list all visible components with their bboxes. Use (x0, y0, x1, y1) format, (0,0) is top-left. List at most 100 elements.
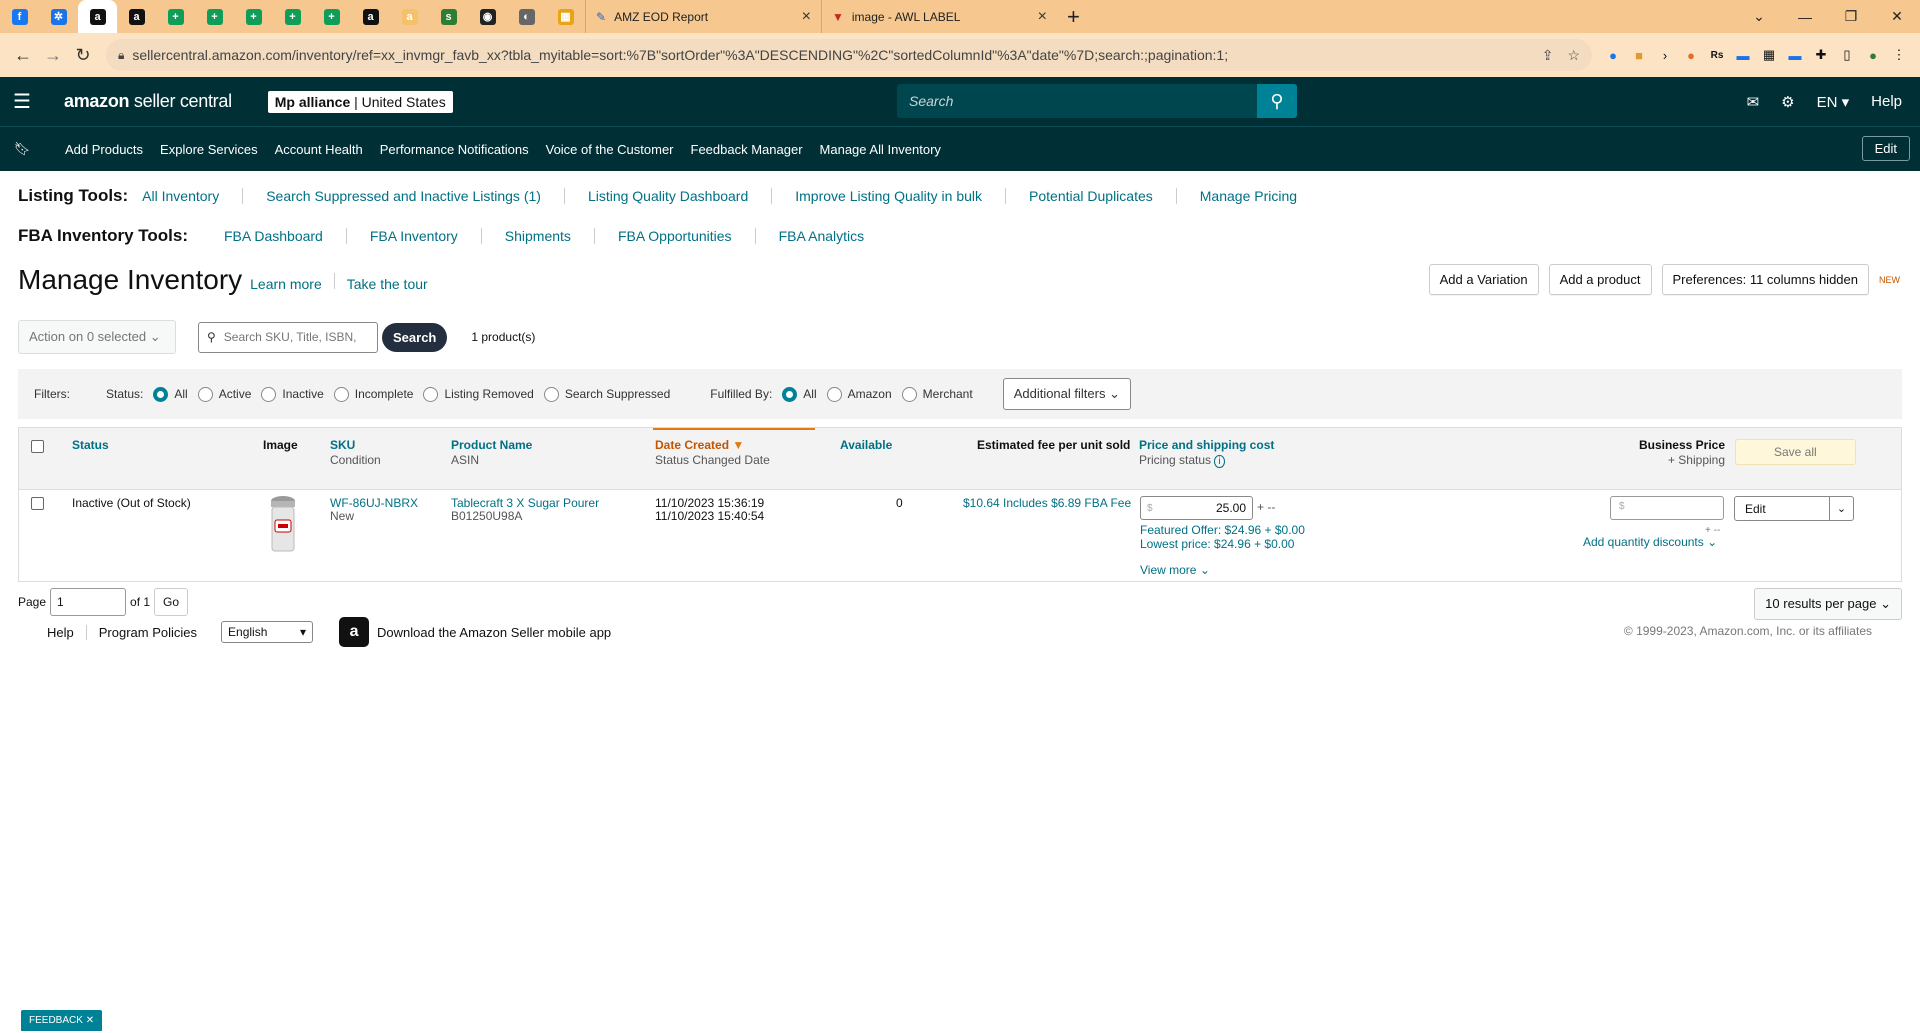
bulk-action-select[interactable]: Action on 0 selected ⌄ (18, 320, 176, 354)
link-listing-quality[interactable]: Listing Quality Dashboard (563, 188, 771, 204)
link-manage-pricing[interactable]: Manage Pricing (1175, 188, 1320, 204)
pinned-tab[interactable]: a (117, 0, 156, 33)
additional-filters-button[interactable]: Additional filters ⌄ (1002, 378, 1131, 410)
language-selector[interactable]: EN ▾ (1817, 93, 1850, 111)
lock-icon[interactable]: 🔒︎ (118, 48, 124, 63)
select-all-checkbox[interactable] (31, 440, 44, 453)
product-thumbnail[interactable] (267, 494, 299, 554)
mail-icon[interactable]: ✉ (1747, 93, 1760, 111)
restore-button[interactable]: ❐ (1828, 8, 1874, 25)
status-radio-inactive[interactable] (261, 386, 277, 402)
status-radio-active[interactable] (197, 386, 213, 402)
inventory-search-input[interactable]: ⚲ Search SKU, Title, ISBN, (198, 321, 378, 353)
nav-feedback-manager[interactable]: Feedback Manager (691, 142, 803, 157)
add-quantity-discounts-link[interactable]: Add quantity discounts ⌄ (1583, 536, 1717, 549)
browser-tab-amz-eod[interactable]: ✎ AMZ EOD Report × (585, 0, 821, 33)
chevron-down-icon[interactable]: ⌄ (1829, 497, 1853, 520)
pinned-tab[interactable]: ✲ (39, 0, 78, 33)
learn-more-link[interactable]: Learn more (250, 276, 322, 292)
close-tab-icon[interactable]: × (802, 8, 811, 26)
close-tab-icon[interactable]: × (1038, 8, 1047, 26)
feedback-button[interactable]: FEEDBACK ✕ (21, 1010, 103, 1031)
pinned-tab[interactable]: f (0, 0, 39, 33)
edit-nav-button[interactable]: Edit (1861, 136, 1910, 161)
link-potential-duplicates[interactable]: Potential Duplicates (1005, 188, 1176, 204)
store-switcher[interactable]: Mp alliance | United States (267, 90, 453, 113)
footer-language-select[interactable]: English ▾ (221, 621, 314, 643)
pinned-tab[interactable]: a (78, 0, 117, 33)
puzzle-icon[interactable]: ✚ (1808, 47, 1834, 63)
nav-add-products[interactable]: Add Products (65, 142, 143, 157)
extension-icon[interactable]: ■ (1626, 48, 1652, 63)
featured-offer[interactable]: Featured Offer: $24.96 + $0.00 (1140, 523, 1305, 537)
seller-central-logo[interactable]: amazon seller central (64, 91, 232, 112)
col-available[interactable]: Available (840, 438, 892, 453)
hamburger-menu-icon[interactable]: ☰ (0, 89, 44, 114)
help-link[interactable]: Help (1871, 93, 1902, 110)
row-checkbox[interactable] (31, 497, 44, 510)
seller-app-icon[interactable]: a (339, 617, 370, 647)
fulfilled-radio-all[interactable] (782, 386, 798, 402)
pinned-tab[interactable]: a (351, 0, 390, 33)
pinned-tab[interactable]: + (156, 0, 195, 33)
page-input[interactable]: 1 (50, 588, 127, 616)
preferences-button[interactable]: Preferences: 11 columns hidden (1661, 264, 1869, 295)
extension-icon[interactable]: ● (1600, 48, 1626, 63)
status-radio-listing-removed[interactable] (423, 386, 439, 402)
pinned-tab[interactable]: + (312, 0, 351, 33)
app-download-link[interactable]: Download the Amazon Seller mobile app (377, 625, 611, 640)
bookmark-icon[interactable]: 🔖︎ (0, 141, 44, 157)
take-tour-link[interactable]: Take the tour (347, 276, 428, 292)
pinned-tab[interactable]: ▦ (546, 0, 585, 33)
url-text[interactable]: sellercentral.amazon.com/inventory/ref=x… (132, 47, 1527, 63)
nav-voice-of-customer[interactable]: Voice of the Customer (546, 142, 674, 157)
pinned-tab[interactable]: + (234, 0, 273, 33)
nav-account-health[interactable]: Account Health (275, 142, 363, 157)
header-search-input[interactable]: Search (897, 84, 1257, 118)
new-tab-button[interactable]: + (1057, 4, 1090, 30)
share-icon[interactable]: ⇪ (1542, 47, 1554, 64)
link-shipments[interactable]: Shipments (480, 228, 594, 244)
business-price-input[interactable]: $ (1610, 496, 1724, 520)
pinned-tab[interactable]: ◉ (468, 0, 507, 33)
search-button[interactable]: Search (382, 322, 448, 352)
col-date-created[interactable]: Date Created ▼ Status Changed Date (655, 438, 770, 468)
nav-manage-all-inventory[interactable]: Manage All Inventory (820, 142, 941, 157)
extension-icon[interactable]: › (1652, 48, 1678, 63)
col-status[interactable]: Status (72, 438, 109, 453)
reload-button[interactable]: ↻ (68, 45, 98, 66)
link-fba-dashboard[interactable]: FBA Dashboard (224, 228, 346, 244)
col-price[interactable]: Price and shipping cost Pricing status i (1139, 438, 1274, 469)
fulfilled-radio-amazon[interactable] (826, 386, 842, 402)
pinned-tab[interactable]: s (429, 0, 468, 33)
nav-performance-notifications[interactable]: Performance Notifications (380, 142, 529, 157)
lowest-price[interactable]: Lowest price: $24.96 + $0.00 (1140, 537, 1305, 551)
search-icon[interactable]: ⚲ (1257, 84, 1297, 118)
back-button[interactable]: ← (8, 45, 38, 66)
view-more-link[interactable]: View more ⌄ (1140, 564, 1210, 577)
footer-program-policies-link[interactable]: Program Policies (85, 624, 209, 640)
row-edit-dropdown[interactable]: Edit ⌄ (1734, 496, 1854, 521)
add-variation-button[interactable]: Add a Variation (1428, 264, 1539, 295)
info-icon[interactable]: i (1214, 455, 1225, 468)
extension-icon[interactable]: ▦ (1756, 47, 1782, 63)
forward-button[interactable]: → (38, 45, 68, 66)
footer-help-link[interactable]: Help (47, 625, 86, 640)
menu-kebab-icon[interactable]: ⋮ (1886, 47, 1912, 63)
pinned-tab[interactable]: ◐ (507, 0, 546, 33)
minimize-button[interactable]: — (1782, 9, 1828, 25)
extension-icon[interactable]: ▬ (1730, 48, 1756, 63)
edit-button[interactable]: Edit (1735, 497, 1829, 520)
results-per-page-select[interactable]: 10 results per page ⌄ (1754, 588, 1902, 620)
pinned-tab[interactable]: + (273, 0, 312, 33)
tab-search-icon[interactable]: ⌄ (1736, 8, 1782, 25)
bookmark-star-icon[interactable]: ☆ (1567, 47, 1580, 64)
link-improve-quality-bulk[interactable]: Improve Listing Quality in bulk (771, 188, 1005, 204)
link-fba-opportunities[interactable]: FBA Opportunities (593, 228, 755, 244)
extension-icon[interactable]: ▬ (1782, 48, 1808, 63)
go-button[interactable]: Go (154, 588, 189, 616)
col-sku[interactable]: SKU Condition (330, 438, 381, 468)
price-input[interactable]: $25.00 (1140, 496, 1253, 520)
add-product-button[interactable]: Add a product (1548, 264, 1652, 295)
save-all-button[interactable]: Save all (1735, 439, 1856, 465)
